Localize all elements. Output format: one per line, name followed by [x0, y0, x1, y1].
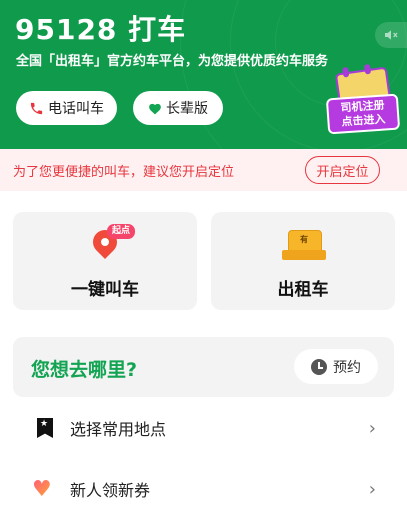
reserve-label: 预约 — [333, 359, 361, 376]
bookmark-star-icon — [37, 418, 53, 438]
promo-text: 司机注册 点击进入 — [325, 93, 401, 135]
frequent-places-label: 选择常用地点 — [70, 420, 167, 439]
one-click-call-card[interactable]: 起点 一键叫车 — [13, 212, 197, 310]
location-hint-text: 为了您更便捷的叫车，建议您开启定位 — [13, 165, 235, 180]
one-click-call-label: 一键叫车 — [71, 280, 139, 300]
taxi-sign: 有 — [300, 235, 308, 244]
enable-location-button[interactable]: 开启定位 — [305, 156, 380, 184]
heart-icon — [149, 103, 161, 114]
elder-mode-label: 长辈版 — [166, 101, 208, 117]
list-item-new-user-coupon[interactable]: ♥ 新人领新券 › — [13, 464, 394, 514]
location-pin-icon: 起点 — [88, 224, 135, 262]
reserve-button[interactable]: 预约 — [294, 349, 378, 384]
brand-tagline: 全国「出租车」官方约车平台，为您提供优质约车服务 — [16, 54, 329, 69]
elder-mode-button[interactable]: 长辈版 — [133, 91, 223, 125]
list-item-frequent-places[interactable]: 选择常用地点 › — [13, 403, 394, 453]
driver-register-promo[interactable]: 司机注册 点击进入 — [323, 66, 401, 138]
taxi-icon: 有 — [282, 230, 326, 262]
new-user-coupon-label: 新人领新券 — [70, 481, 151, 500]
chevron-right-icon: › — [368, 478, 376, 500]
phone-call-button[interactable]: 电话叫车 — [16, 91, 117, 125]
taxi-card[interactable]: 有 出租车 — [211, 212, 395, 310]
heart-icon: ♥ — [32, 477, 52, 502]
location-permission-banner: 为了您更便捷的叫车，建议您开启定位 开启定位 — [0, 149, 407, 191]
destination-question: 您想去哪里? — [31, 359, 138, 381]
mute-button[interactable] — [375, 22, 407, 48]
brand-title: 95128 打车 — [15, 13, 187, 46]
chevron-right-icon: › — [368, 417, 376, 439]
destination-panel[interactable]: 您想去哪里? 预约 — [13, 337, 394, 397]
start-point-badge: 起点 — [107, 224, 135, 239]
phone-icon — [30, 102, 43, 114]
speaker-muted-icon — [385, 30, 398, 40]
header-banner: 95128 打车 全国「出租车」官方约车平台，为您提供优质约车服务 电话叫车 长… — [0, 0, 407, 149]
clock-icon — [311, 358, 327, 375]
taxi-label: 出租车 — [277, 280, 329, 300]
phone-call-label: 电话叫车 — [48, 101, 104, 117]
